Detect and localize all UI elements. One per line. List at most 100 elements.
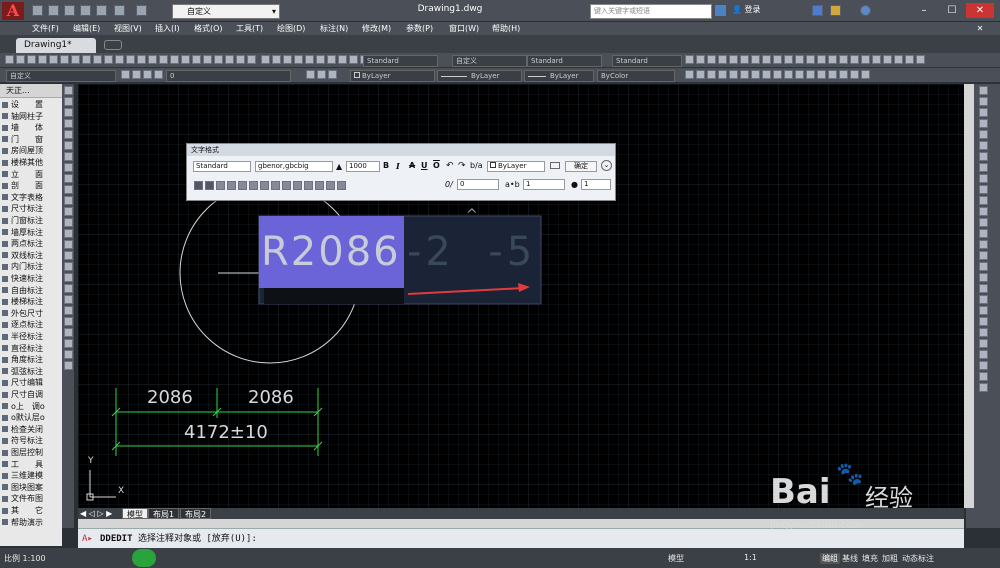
rotate-icon[interactable]: [751, 70, 760, 79]
menu-edit[interactable]: 编辑(E): [73, 22, 100, 35]
redo-icon[interactable]: [136, 5, 147, 16]
dim-space-icon[interactable]: [978, 207, 988, 216]
uppercase-icon[interactable]: [315, 181, 324, 190]
region-icon[interactable]: [861, 55, 870, 64]
erase-icon[interactable]: [685, 70, 694, 79]
open-icon[interactable]: [48, 5, 59, 16]
arc-icon[interactable]: [751, 55, 760, 64]
panel-item[interactable]: 门窗标注: [2, 216, 43, 226]
sun-icon[interactable]: [132, 70, 141, 79]
lineweight-select[interactable]: ByLayer: [524, 70, 594, 82]
panel-item[interactable]: 尺寸标注: [2, 204, 43, 214]
panel-item[interactable]: 内门标注: [2, 262, 43, 272]
menu-tools[interactable]: 工具(T): [236, 22, 263, 35]
panel-item[interactable]: 角度标注: [2, 355, 43, 365]
redo-icon[interactable]: [126, 55, 135, 64]
sheetset-icon[interactable]: [214, 55, 223, 64]
line-spacing-icon[interactable]: [282, 181, 291, 190]
panel-item[interactable]: 外包尺寸: [2, 309, 43, 319]
spline-icon[interactable]: [784, 55, 793, 64]
save-icon[interactable]: [64, 5, 75, 16]
options-icon[interactable]: ⌄: [601, 160, 612, 171]
panel-item[interactable]: 墙厚标注: [2, 228, 43, 238]
dim-aligned-icon[interactable]: [978, 97, 988, 106]
mtext-justify-icon[interactable]: [205, 181, 214, 190]
panel-item[interactable]: 逐点标注: [2, 320, 43, 330]
matchprop-icon[interactable]: [104, 55, 113, 64]
cut-icon[interactable]: [71, 55, 80, 64]
dim-jogged-icon[interactable]: [978, 141, 988, 150]
pline-icon[interactable]: [718, 55, 727, 64]
panel-item[interactable]: 设 置: [2, 100, 43, 110]
panel-item[interactable]: 墙 体: [2, 123, 43, 133]
panel-item[interactable]: 工 具: [2, 460, 43, 470]
menu-dimension[interactable]: 标注(N): [320, 22, 348, 35]
revcloud-icon[interactable]: [63, 163, 73, 172]
circle-icon[interactable]: [762, 55, 771, 64]
panel-item[interactable]: 文件布图: [2, 494, 43, 504]
status-model[interactable]: 模型: [668, 553, 684, 564]
zoom-realtime-icon[interactable]: [148, 55, 157, 64]
columns-icon[interactable]: [194, 181, 203, 190]
panel-item[interactable]: o默认层o: [2, 413, 45, 423]
hatch-icon[interactable]: [63, 240, 73, 249]
tf-font-select[interactable]: gbenor,gbcbig: [255, 161, 333, 172]
overline-button[interactable]: O: [433, 161, 440, 170]
drawing-scale[interactable]: 比例 1:100: [4, 553, 46, 564]
panel-item[interactable]: 直径标注: [2, 344, 43, 354]
point-icon[interactable]: [828, 55, 837, 64]
search-input[interactable]: 键入关键字或短语: [590, 4, 712, 19]
jogline-icon[interactable]: [978, 262, 988, 271]
layer-icon[interactable]: [260, 55, 270, 64]
dim-linear-icon[interactable]: [978, 86, 988, 95]
panel-item[interactable]: 两点标注: [2, 239, 43, 249]
paste-icon[interactable]: [93, 55, 102, 64]
nav-arrows-icon[interactable]: ◀ ◁ ▷ ▶: [80, 508, 112, 519]
array-icon[interactable]: [729, 70, 738, 79]
panel-item[interactable]: 楼梯标注: [2, 297, 43, 307]
paragraph-icon[interactable]: [216, 181, 225, 190]
status-baseline[interactable]: 基线: [842, 553, 858, 564]
designcenter-icon[interactable]: [192, 55, 201, 64]
menu-close-icon[interactable]: ✕: [966, 22, 994, 35]
id-icon[interactable]: [63, 350, 73, 359]
layer-iso-icon[interactable]: [293, 55, 303, 64]
plot-icon[interactable]: [38, 55, 47, 64]
insert-icon[interactable]: [63, 207, 73, 216]
save-icon[interactable]: [27, 55, 36, 64]
open-icon[interactable]: [16, 55, 25, 64]
menu-draw[interactable]: 绘图(D): [277, 22, 305, 35]
dim-ordinate-icon[interactable]: [978, 119, 988, 128]
panel-item[interactable]: 房间屋顶: [2, 146, 43, 156]
dim-continue-icon[interactable]: [978, 196, 988, 205]
mleader-style-select[interactable]: Standard: [612, 55, 682, 67]
line-icon[interactable]: [63, 86, 73, 95]
layer-uniso-icon[interactable]: [304, 55, 314, 64]
fillet-icon[interactable]: [839, 70, 848, 79]
mtext-icon[interactable]: [883, 55, 892, 64]
star-icon[interactable]: [830, 5, 841, 16]
status-dynamic-dim[interactable]: 动态标注: [902, 553, 934, 564]
layer-select[interactable]: 0: [166, 70, 291, 82]
dim-aligned-icon[interactable]: [916, 55, 925, 64]
offset-icon[interactable]: [718, 70, 727, 79]
properties-icon[interactable]: [181, 55, 190, 64]
tab-layout2[interactable]: 布局2: [180, 508, 212, 519]
panel-item[interactable]: 自由标注: [2, 286, 43, 296]
mtext-icon[interactable]: [63, 284, 73, 293]
menu-insert[interactable]: 插入(I): [155, 22, 180, 35]
ellipse-arc-icon[interactable]: [63, 196, 73, 205]
block-icon[interactable]: [63, 218, 73, 227]
justify-icon[interactable]: [260, 181, 269, 190]
dim-text-2[interactable]: 2086: [248, 387, 294, 408]
plotstyle-select[interactable]: ByColor: [597, 70, 675, 82]
dimedit-icon[interactable]: [978, 273, 988, 282]
menu-format[interactable]: 格式(O): [194, 22, 223, 35]
help-icon[interactable]: [860, 5, 871, 16]
panel-item[interactable]: 剖 面: [2, 181, 43, 191]
status-fill[interactable]: 填充: [862, 553, 878, 564]
make-block-icon[interactable]: [817, 55, 826, 64]
panel-item[interactable]: 图块图案: [2, 483, 43, 493]
status-group[interactable]: 编组: [820, 553, 840, 564]
zoom-window-icon[interactable]: [159, 55, 168, 64]
